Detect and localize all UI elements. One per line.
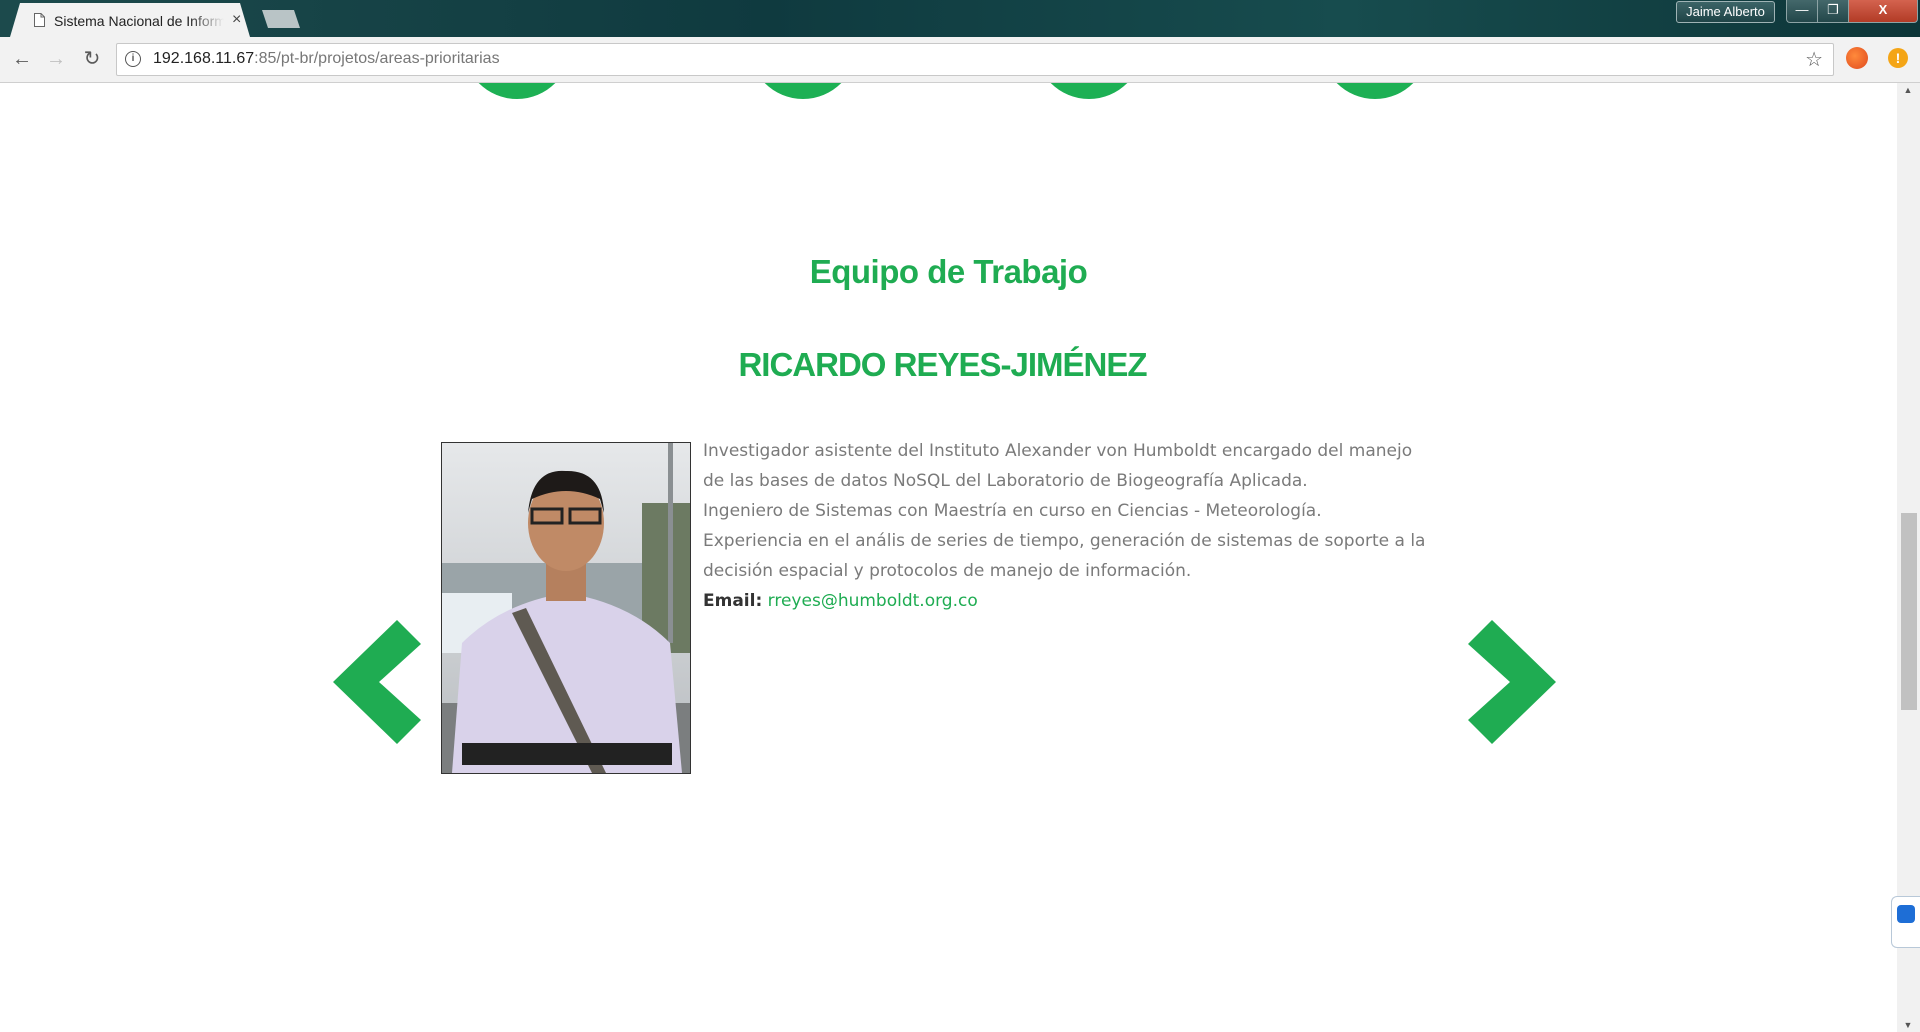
chevron-left-icon[interactable] xyxy=(333,620,423,744)
area-circle-icon[interactable] xyxy=(1035,83,1143,99)
star-icon[interactable]: ☆ xyxy=(1805,47,1823,72)
bio-line: Experiencia en el anális de series de ti… xyxy=(703,531,1426,581)
new-tab-button[interactable] xyxy=(262,10,300,28)
address-bar[interactable]: i 192.168.11.67:85/pt-br/projetos/areas-… xyxy=(116,43,1834,76)
scroll-down-arrow-icon[interactable]: ▼ xyxy=(1903,1020,1913,1030)
bio-line: Ingeniero de Sistemas con Maestría en cu… xyxy=(703,501,1322,521)
minimize-button[interactable]: — xyxy=(1786,0,1818,23)
email-link[interactable]: rreyes@humboldt.org.co xyxy=(768,591,978,611)
area-circle-icon[interactable] xyxy=(749,83,857,99)
reload-button[interactable]: ↻ xyxy=(80,47,104,71)
member-photo xyxy=(441,442,691,774)
tab-close-icon[interactable]: × xyxy=(232,11,241,29)
browser-toolbar: ← → ↻ i 192.168.11.67:85/pt-br/projetos/… xyxy=(0,37,1920,83)
section-title: Equipo de Trabajo xyxy=(809,253,1088,290)
alert-extension-icon[interactable]: ! xyxy=(1888,48,1908,68)
browser-tab[interactable]: Sistema Nacional de Información sobre Bi… xyxy=(10,3,250,37)
email-row: Email: rreyes@humboldt.org.co xyxy=(703,586,1433,616)
email-label: Email: xyxy=(703,591,763,611)
chevron-right-icon[interactable] xyxy=(1466,620,1556,744)
teamviewer-logo-icon xyxy=(1897,905,1915,923)
page-scrollbar[interactable]: ▲ ▼ xyxy=(1897,83,1920,1032)
member-name: RICARDO REYES-JIMÉNEZ xyxy=(738,346,1147,383)
forward-button[interactable]: → xyxy=(44,47,68,71)
maximize-button[interactable]: ❐ xyxy=(1817,0,1849,23)
extension-icon[interactable] xyxy=(1846,47,1868,69)
tab-title: Sistema Nacional de Información sobre Bi… xyxy=(54,13,224,29)
url-text[interactable]: 192.168.11.67:85/pt-br/projetos/areas-pr… xyxy=(153,50,500,68)
url-path: :85/pt-br/projetos/areas-prioritarias xyxy=(254,50,500,67)
info-icon[interactable]: i xyxy=(125,51,141,67)
profile-button[interactable]: Jaime Alberto xyxy=(1676,1,1775,23)
scroll-thumb[interactable] xyxy=(1901,513,1917,710)
document-icon xyxy=(34,13,45,27)
page-viewport: Equipo de Trabajo RICARDO REYES-JIMÉNEZ xyxy=(0,83,1897,1032)
teamviewer-icon[interactable] xyxy=(1891,896,1920,948)
member-photo-image xyxy=(442,443,690,773)
close-window-button[interactable]: X xyxy=(1848,0,1918,23)
bio-line: Investigador asistente del Instituto Ale… xyxy=(703,441,1413,491)
member-bio: Investigador asistente del Instituto Ale… xyxy=(703,436,1433,616)
area-circle-icon[interactable] xyxy=(1321,83,1429,99)
scroll-up-arrow-icon[interactable]: ▲ xyxy=(1903,85,1913,95)
window-controls: — ❐ X xyxy=(1786,0,1920,23)
area-circle-icon[interactable] xyxy=(463,83,571,99)
back-button[interactable]: ← xyxy=(10,47,34,71)
window-title-bar: Sistema Nacional de Información sobre Bi… xyxy=(0,0,1920,37)
url-host: 192.168.11.67 xyxy=(153,50,255,67)
